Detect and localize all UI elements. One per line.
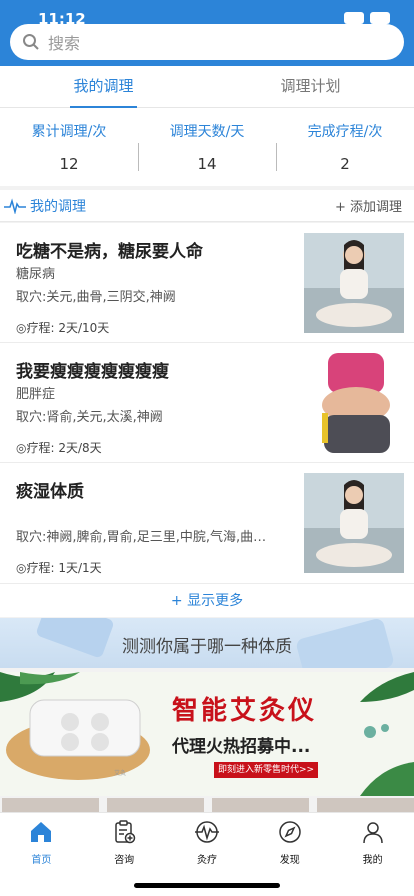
plan-thumbnail [304,473,404,573]
tabbar-profile[interactable]: 我的 [331,813,414,896]
top-header: 11:12 搜索 [0,0,414,66]
stat-completed: 完成疗程/次 2 [276,121,414,173]
segment-tabs: 我的调理 调理计划 [0,66,414,108]
plan-title: 痰湿体质 [16,482,84,502]
section-title: 我的调理 [30,198,86,215]
stat-label: 完成疗程/次 [307,124,383,140]
tab-plan-schedule[interactable]: 调理计划 [207,66,414,107]
show-more-button[interactable]: + 显示更多 [0,583,414,617]
tab-my-plans[interactable]: 我的调理 [0,66,207,108]
bottom-tab-bar: 首页 咨询 灸疗 发现 我的 [0,812,414,896]
quiz-banner-text: 测测你属于哪一种体质 [122,637,292,657]
tabbar-label: 我的 [362,855,383,866]
plan-condition: 糖尿病 [16,267,56,282]
home-indicator [134,883,280,888]
pulse-circle-icon [194,821,219,843]
plan-thumbnail [304,353,404,453]
promo-tag: 即刻进入新零售时代>> [214,762,319,778]
plan-item[interactable]: 我要瘦瘦瘦瘦瘦瘦瘦 肥胖症 取穴:肾俞,关元,太溪,神阙 ◎疗程: 2天/8天 [0,343,414,463]
stat-label: 调理天数/天 [169,124,245,140]
promo-subtitle: 代理火热招募中... [172,737,311,757]
clipboard-plus-icon [115,820,136,844]
promo-device-label: 艾灸 [114,770,127,777]
plan-list: 吃糖不是病，糖尿要人命 糖尿病 取穴:关元,曲骨,三阴交,神阙 ◎疗程: 2天/… [0,223,414,583]
add-plan-button[interactable]: + 添加调理 [335,196,402,215]
stat-label: 累计调理/次 [31,124,107,140]
search-input[interactable]: 搜索 [48,30,80,54]
user-icon [362,822,383,844]
plan-item[interactable]: 吃糖不是病，糖尿要人命 糖尿病 取穴:关元,曲骨,三阴交,神阙 ◎疗程: 2天/… [0,223,414,343]
plan-course: ◎疗程: 1天/1天 [16,561,102,575]
home-icon [31,822,52,842]
plan-course: ◎疗程: 2天/8天 [16,441,102,455]
promo-title: 智能艾灸仪 [172,696,318,726]
stat-value: 12 [59,155,79,173]
tabbar-label: 发现 [279,855,300,866]
plan-course: ◎疗程: 2天/10天 [16,321,110,335]
pulse-icon [4,197,26,214]
stat-value: 14 [197,155,217,173]
plan-title: 吃糖不是病，糖尿要人命 [16,242,203,262]
stat-days: 调理天数/天 14 [138,121,276,173]
plan-acupoints: 取穴:关元,曲骨,三阴交,神阙 [16,290,176,305]
stats-panel: 累计调理/次 12 调理天数/天 14 完成疗程/次 2 [0,108,414,186]
search-bar[interactable]: 搜索 [10,24,404,60]
plan-title: 我要瘦瘦瘦瘦瘦瘦瘦 [16,362,169,382]
tabbar-home[interactable]: 首页 [0,813,83,896]
plan-acupoints: 取穴:肾俞,关元,太溪,神阙 [16,410,163,425]
plan-condition: 肥胖症 [16,387,56,402]
constitution-quiz-banner[interactable]: 测测你属于哪一种体质 [0,618,414,668]
plan-acupoints: 取穴:神阙,脾俞,胃俞,足三里,中脘,气海,曲… [16,530,267,545]
stat-total-sessions: 累计调理/次 12 [0,121,138,173]
promo-banner[interactable]: 智能艾灸仪 代理火热招募中... 即刻进入新零售时代>> 艾灸 [0,672,414,796]
tabbar-label: 咨询 [114,855,135,866]
tabbar-label: 首页 [31,855,52,866]
compass-icon [279,821,301,843]
search-icon [23,34,39,50]
plan-item[interactable]: 痰湿体质 取穴:神阙,脾俞,胃俞,足三里,中脘,气海,曲… ◎疗程: 1天/1天 [0,463,414,583]
stat-value: 2 [340,155,350,173]
plan-thumbnail [304,233,404,333]
section-header: 我的调理 + 添加调理 [0,190,414,222]
status-icons [344,12,390,24]
tabbar-label: 灸疗 [196,855,217,866]
